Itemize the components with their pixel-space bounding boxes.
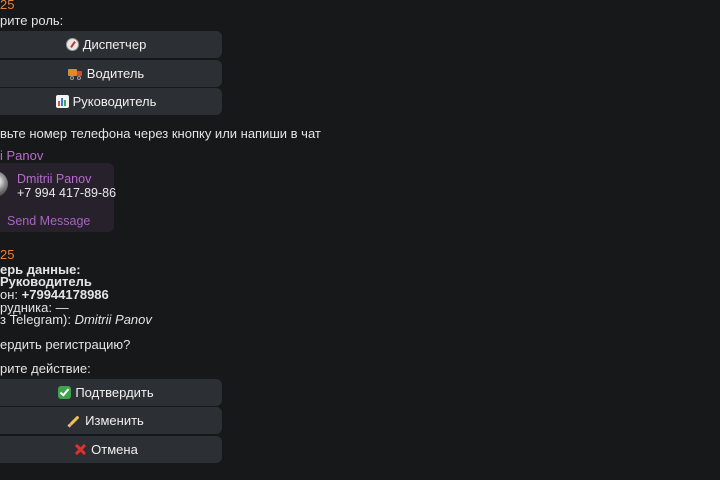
telegram-name-line: з Telegram): Dmitrii Panov: [0, 312, 152, 328]
truck-icon: [67, 67, 83, 80]
message-time: 25: [0, 0, 15, 12]
sender-name[interactable]: i Panov: [0, 148, 43, 164]
chat-screen: 25 рите роль: Диспетчер Водитель Руковод…: [0, 0, 720, 480]
compass-icon: [65, 38, 79, 51]
pencil-icon: [68, 414, 81, 427]
message-time: 25: [0, 247, 15, 262]
role-button-label: Диспетчер: [82, 37, 147, 52]
confirm-button[interactable]: Подтвердить: [0, 379, 222, 406]
role-prompt-text: рите роль:: [0, 13, 64, 28]
send-message-button[interactable]: Send Message: [7, 213, 90, 229]
phone-prompt-text: вьте номер телефона через кнопку или нап…: [0, 126, 321, 141]
bar-chart-icon: [55, 95, 69, 108]
action-prompt-text: рите действие:: [0, 361, 91, 376]
role-button-manager[interactable]: Руководитель: [0, 88, 222, 115]
telegram-value: Dmitrii Panov: [74, 312, 152, 327]
cancel-button-label: Отмена: [91, 442, 138, 457]
cancel-button[interactable]: Отмена: [0, 436, 222, 463]
cross-icon: [74, 443, 87, 456]
edit-button-label: Изменить: [85, 413, 144, 428]
role-button-dispatcher[interactable]: Диспетчер: [0, 31, 222, 58]
confirm-button-label: Подтвердить: [75, 385, 154, 400]
confirm-question: ердить регистрацию?: [0, 337, 131, 352]
role-button-driver[interactable]: Водитель: [0, 60, 222, 87]
role-button-label: Водитель: [86, 66, 145, 81]
role-button-label: Руководитель: [72, 94, 157, 109]
edit-button[interactable]: Изменить: [0, 407, 222, 434]
check-icon: [58, 386, 72, 399]
contact-phone: +7 994 417-89-86: [17, 186, 117, 200]
telegram-label: з Telegram):: [0, 312, 75, 327]
